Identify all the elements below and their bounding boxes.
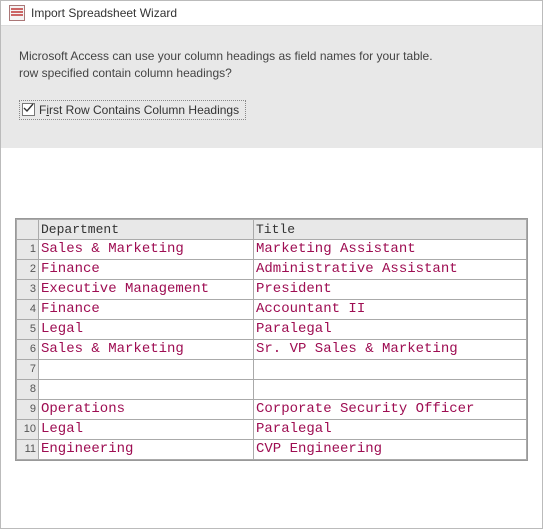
row-number: 6 (17, 339, 39, 359)
table-row[interactable]: 7 (17, 359, 527, 379)
table-row[interactable]: 9OperationsCorporate Security Officer (17, 399, 527, 419)
first-row-headings-label: First Row Contains Column Headings (39, 103, 239, 117)
instructions-text: Microsoft Access can use your column hea… (19, 48, 524, 82)
cell-department: Executive Management (39, 279, 254, 299)
header-title[interactable]: Title (254, 219, 527, 239)
table-row[interactable]: 3Executive ManagementPresident (17, 279, 527, 299)
window-title: Import Spreadsheet Wizard (31, 6, 177, 20)
cell-title: President (254, 279, 527, 299)
row-number: 1 (17, 239, 39, 259)
wizard-window: Import Spreadsheet Wizard Microsoft Acce… (0, 0, 543, 529)
first-row-headings-checkbox[interactable] (22, 103, 35, 116)
table-row[interactable]: 1Sales & MarketingMarketing Assistant (17, 239, 527, 259)
cell-department: Finance (39, 299, 254, 319)
instructions-line2: row specified contain column headings? (19, 66, 232, 80)
table-row[interactable]: 11EngineeringCVP Engineering (17, 439, 527, 459)
instructions-line1: Microsoft Access can use your column hea… (19, 49, 433, 63)
cell-title: Paralegal (254, 319, 527, 339)
cell-title (254, 379, 527, 399)
table-row[interactable]: 5LegalParalegal (17, 319, 527, 339)
cell-department: Sales & Marketing (39, 339, 254, 359)
row-number: 3 (17, 279, 39, 299)
cell-department: Legal (39, 319, 254, 339)
cell-department: Sales & Marketing (39, 239, 254, 259)
cell-department: Operations (39, 399, 254, 419)
cell-department (39, 359, 254, 379)
row-number: 10 (17, 419, 39, 439)
data-table: Department Title 1Sales & MarketingMarke… (16, 219, 527, 460)
row-number: 8 (17, 379, 39, 399)
cell-title: Paralegal (254, 419, 527, 439)
table-row[interactable]: 4FinanceAccountant II (17, 299, 527, 319)
header-department[interactable]: Department (39, 219, 254, 239)
cell-title: Accountant II (254, 299, 527, 319)
row-number: 9 (17, 399, 39, 419)
wizard-icon (9, 5, 25, 21)
row-number: 11 (17, 439, 39, 459)
first-row-headings-option[interactable]: First Row Contains Column Headings (19, 100, 246, 120)
cell-title: CVP Engineering (254, 439, 527, 459)
cell-department: Engineering (39, 439, 254, 459)
table-row[interactable]: 6Sales & MarketingSr. VP Sales & Marketi… (17, 339, 527, 359)
spacer (1, 148, 542, 218)
table-row[interactable]: 10LegalParalegal (17, 419, 527, 439)
header-rownum[interactable] (17, 219, 39, 239)
cell-department (39, 379, 254, 399)
cell-title: Sr. VP Sales & Marketing (254, 339, 527, 359)
cell-title: Marketing Assistant (254, 239, 527, 259)
check-icon (23, 103, 34, 114)
header-row: Department Title (17, 219, 527, 239)
row-number: 5 (17, 319, 39, 339)
cell-title (254, 359, 527, 379)
titlebar: Import Spreadsheet Wizard (1, 1, 542, 26)
row-number: 4 (17, 299, 39, 319)
cell-title: Administrative Assistant (254, 259, 527, 279)
wizard-content: Microsoft Access can use your column hea… (1, 26, 542, 148)
preview-grid: Department Title 1Sales & MarketingMarke… (15, 218, 528, 461)
cell-department: Finance (39, 259, 254, 279)
table-row[interactable]: 2FinanceAdministrative Assistant (17, 259, 527, 279)
row-number: 2 (17, 259, 39, 279)
cell-title: Corporate Security Officer (254, 399, 527, 419)
row-number: 7 (17, 359, 39, 379)
cell-department: Legal (39, 419, 254, 439)
table-row[interactable]: 8 (17, 379, 527, 399)
